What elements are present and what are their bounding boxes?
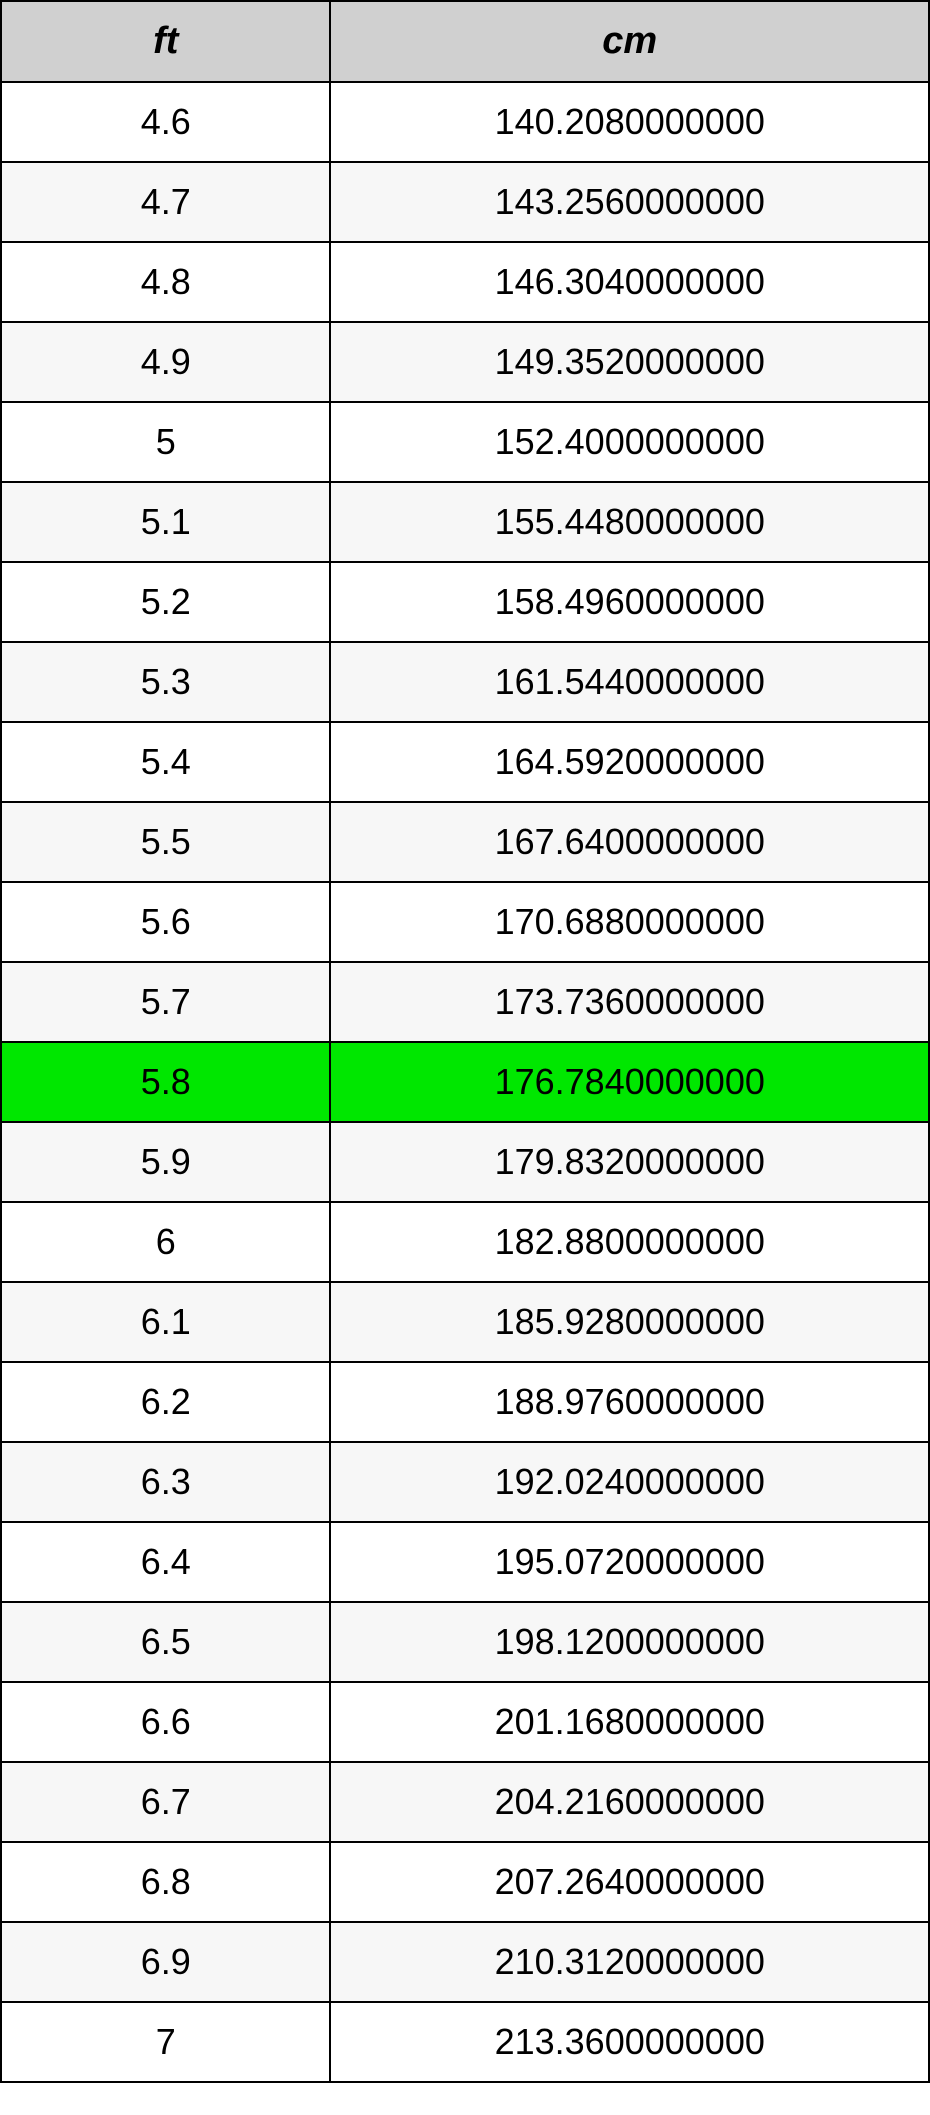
table-row: 4.8146.3040000000 bbox=[1, 242, 929, 322]
cell-ft: 6.5 bbox=[1, 1602, 330, 1682]
cell-cm: 149.3520000000 bbox=[330, 322, 929, 402]
table-row: 5.6170.6880000000 bbox=[1, 882, 929, 962]
cell-cm: 195.0720000000 bbox=[330, 1522, 929, 1602]
table-row: 6.9210.3120000000 bbox=[1, 1922, 929, 2002]
header-ft: ft bbox=[1, 1, 330, 82]
cell-cm: 201.1680000000 bbox=[330, 1682, 929, 1762]
table-row: 5.7173.7360000000 bbox=[1, 962, 929, 1042]
cell-ft: 5.3 bbox=[1, 642, 330, 722]
table-row: 5152.4000000000 bbox=[1, 402, 929, 482]
table-row: 5.3161.5440000000 bbox=[1, 642, 929, 722]
cell-ft: 6 bbox=[1, 1202, 330, 1282]
table-row: 5.8176.7840000000 bbox=[1, 1042, 929, 1122]
cell-cm: 210.3120000000 bbox=[330, 1922, 929, 2002]
table-row: 4.6140.2080000000 bbox=[1, 82, 929, 162]
cell-cm: 176.7840000000 bbox=[330, 1042, 929, 1122]
cell-cm: 155.4480000000 bbox=[330, 482, 929, 562]
cell-cm: 152.4000000000 bbox=[330, 402, 929, 482]
cell-ft: 6.1 bbox=[1, 1282, 330, 1362]
table-row: 6.3192.0240000000 bbox=[1, 1442, 929, 1522]
cell-cm: 204.2160000000 bbox=[330, 1762, 929, 1842]
table-row: 6.2188.9760000000 bbox=[1, 1362, 929, 1442]
cell-cm: 146.3040000000 bbox=[330, 242, 929, 322]
cell-ft: 5.7 bbox=[1, 962, 330, 1042]
cell-ft: 6.2 bbox=[1, 1362, 330, 1442]
cell-ft: 5.2 bbox=[1, 562, 330, 642]
cell-ft: 5.8 bbox=[1, 1042, 330, 1122]
cell-ft: 4.7 bbox=[1, 162, 330, 242]
cell-ft: 5.4 bbox=[1, 722, 330, 802]
table-row: 6182.8800000000 bbox=[1, 1202, 929, 1282]
table-row: 5.5167.6400000000 bbox=[1, 802, 929, 882]
cell-cm: 143.2560000000 bbox=[330, 162, 929, 242]
cell-cm: 192.0240000000 bbox=[330, 1442, 929, 1522]
table-row: 5.9179.8320000000 bbox=[1, 1122, 929, 1202]
table-row: 6.4195.0720000000 bbox=[1, 1522, 929, 1602]
cell-cm: 158.4960000000 bbox=[330, 562, 929, 642]
cell-cm: 167.6400000000 bbox=[330, 802, 929, 882]
cell-ft: 6.6 bbox=[1, 1682, 330, 1762]
cell-ft: 5.6 bbox=[1, 882, 330, 962]
cell-ft: 6.7 bbox=[1, 1762, 330, 1842]
cell-cm: 161.5440000000 bbox=[330, 642, 929, 722]
header-cm: cm bbox=[330, 1, 929, 82]
cell-cm: 213.3600000000 bbox=[330, 2002, 929, 2082]
cell-ft: 4.9 bbox=[1, 322, 330, 402]
cell-ft: 7 bbox=[1, 2002, 330, 2082]
table-row: 5.2158.4960000000 bbox=[1, 562, 929, 642]
cell-ft: 6.8 bbox=[1, 1842, 330, 1922]
cell-cm: 207.2640000000 bbox=[330, 1842, 929, 1922]
table-header-row: ft cm bbox=[1, 1, 929, 82]
cell-cm: 198.1200000000 bbox=[330, 1602, 929, 1682]
cell-cm: 140.2080000000 bbox=[330, 82, 929, 162]
cell-ft: 5.1 bbox=[1, 482, 330, 562]
conversion-table: ft cm 4.6140.20800000004.7143.2560000000… bbox=[0, 0, 930, 2083]
table-row: 4.7143.2560000000 bbox=[1, 162, 929, 242]
table-row: 4.9149.3520000000 bbox=[1, 322, 929, 402]
cell-cm: 182.8800000000 bbox=[330, 1202, 929, 1282]
cell-ft: 5.9 bbox=[1, 1122, 330, 1202]
table-row: 6.7204.2160000000 bbox=[1, 1762, 929, 1842]
cell-ft: 4.6 bbox=[1, 82, 330, 162]
cell-cm: 188.9760000000 bbox=[330, 1362, 929, 1442]
cell-cm: 170.6880000000 bbox=[330, 882, 929, 962]
table-row: 5.1155.4480000000 bbox=[1, 482, 929, 562]
table-row: 6.1185.9280000000 bbox=[1, 1282, 929, 1362]
cell-ft: 5.5 bbox=[1, 802, 330, 882]
cell-cm: 164.5920000000 bbox=[330, 722, 929, 802]
table-row: 7213.3600000000 bbox=[1, 2002, 929, 2082]
cell-cm: 173.7360000000 bbox=[330, 962, 929, 1042]
table-row: 6.6201.1680000000 bbox=[1, 1682, 929, 1762]
cell-ft: 6.4 bbox=[1, 1522, 330, 1602]
table-row: 5.4164.5920000000 bbox=[1, 722, 929, 802]
cell-cm: 185.9280000000 bbox=[330, 1282, 929, 1362]
table-row: 6.8207.2640000000 bbox=[1, 1842, 929, 1922]
cell-cm: 179.8320000000 bbox=[330, 1122, 929, 1202]
table-row: 6.5198.1200000000 bbox=[1, 1602, 929, 1682]
cell-ft: 6.3 bbox=[1, 1442, 330, 1522]
cell-ft: 4.8 bbox=[1, 242, 330, 322]
cell-ft: 6.9 bbox=[1, 1922, 330, 2002]
cell-ft: 5 bbox=[1, 402, 330, 482]
